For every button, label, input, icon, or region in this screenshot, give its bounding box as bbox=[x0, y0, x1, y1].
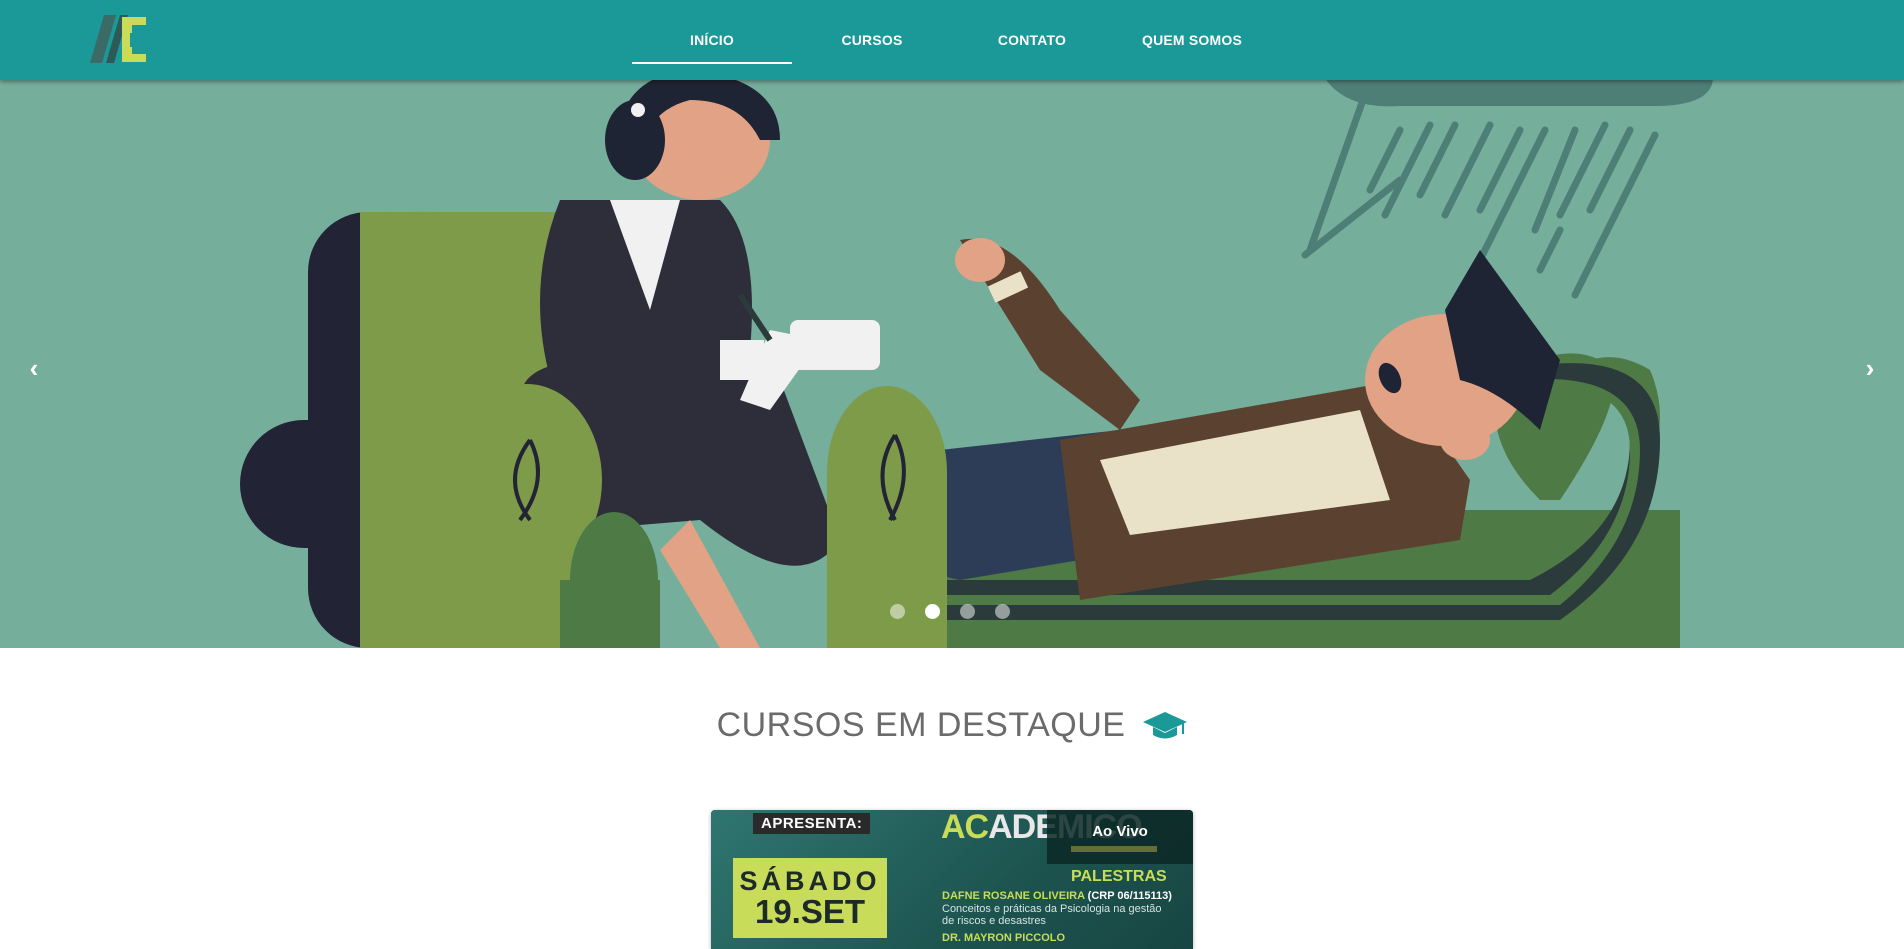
poster-apresenta: APRESENTA: bbox=[753, 813, 871, 834]
poster-section: PALESTRAS bbox=[1071, 868, 1167, 885]
therapy-session-illustration bbox=[240, 80, 1713, 648]
poster-speaker-2: DR. MAYRON PICCOLO bbox=[942, 932, 1066, 944]
hero-carousel: ‹ › bbox=[0, 80, 1904, 648]
carousel-dot-4[interactable] bbox=[995, 604, 1010, 619]
poster-speaker-1-crp: (CRP 06/115113) bbox=[1087, 890, 1172, 902]
course-card[interactable]: APRESENTA: SÁBADO 19.SET ACADEMICO PALES… bbox=[711, 810, 1193, 949]
top-navbar: INÍCIO CURSOS CONTATO QUEM SOMOS bbox=[0, 0, 1904, 80]
logo[interactable] bbox=[90, 15, 150, 65]
poster-date-box: SÁBADO 19.SET bbox=[733, 858, 887, 938]
nav-item-contato[interactable]: CONTATO bbox=[952, 0, 1112, 80]
featured-courses-title: CURSOS EM DESTAQUE bbox=[716, 706, 1126, 744]
nav-item-inicio[interactable]: INÍCIO bbox=[632, 0, 792, 80]
carousel-prev-button[interactable]: ‹ bbox=[14, 348, 54, 388]
main-nav: INÍCIO CURSOS CONTATO QUEM SOMOS bbox=[632, 0, 1272, 80]
logo-mark-icon bbox=[90, 15, 146, 63]
live-badge: Ao Vivo bbox=[1047, 810, 1193, 864]
poster-speaker-1: DAFNE ROSANE OLIVEIRA (CRP 06/115113) bbox=[942, 890, 1172, 902]
live-badge-label: Ao Vivo bbox=[1092, 822, 1148, 840]
poster-speaker-1-desc: Conceitos e práticas da Psicologia na ge… bbox=[942, 903, 1162, 927]
poster-brand-a: AC bbox=[941, 810, 989, 846]
chevron-right-icon: › bbox=[1865, 352, 1875, 383]
graduation-cap-icon bbox=[1143, 711, 1188, 738]
carousel-dot-2[interactable] bbox=[925, 604, 940, 619]
carousel-next-button[interactable]: › bbox=[1850, 348, 1890, 388]
poster-speaker-1-name: DAFNE ROSANE OLIVEIRA bbox=[942, 890, 1085, 902]
carousel-dot-1[interactable] bbox=[890, 604, 905, 619]
poster-date: 19.SET bbox=[754, 893, 866, 930]
nav-item-cursos[interactable]: CURSOS bbox=[792, 0, 952, 80]
featured-courses-heading: CURSOS EM DESTAQUE bbox=[0, 706, 1904, 745]
chevron-left-icon: ‹ bbox=[29, 352, 39, 383]
nav-item-quem-somos[interactable]: QUEM SOMOS bbox=[1112, 0, 1272, 80]
carousel-indicators bbox=[890, 604, 1010, 619]
carousel-dot-3[interactable] bbox=[960, 604, 975, 619]
